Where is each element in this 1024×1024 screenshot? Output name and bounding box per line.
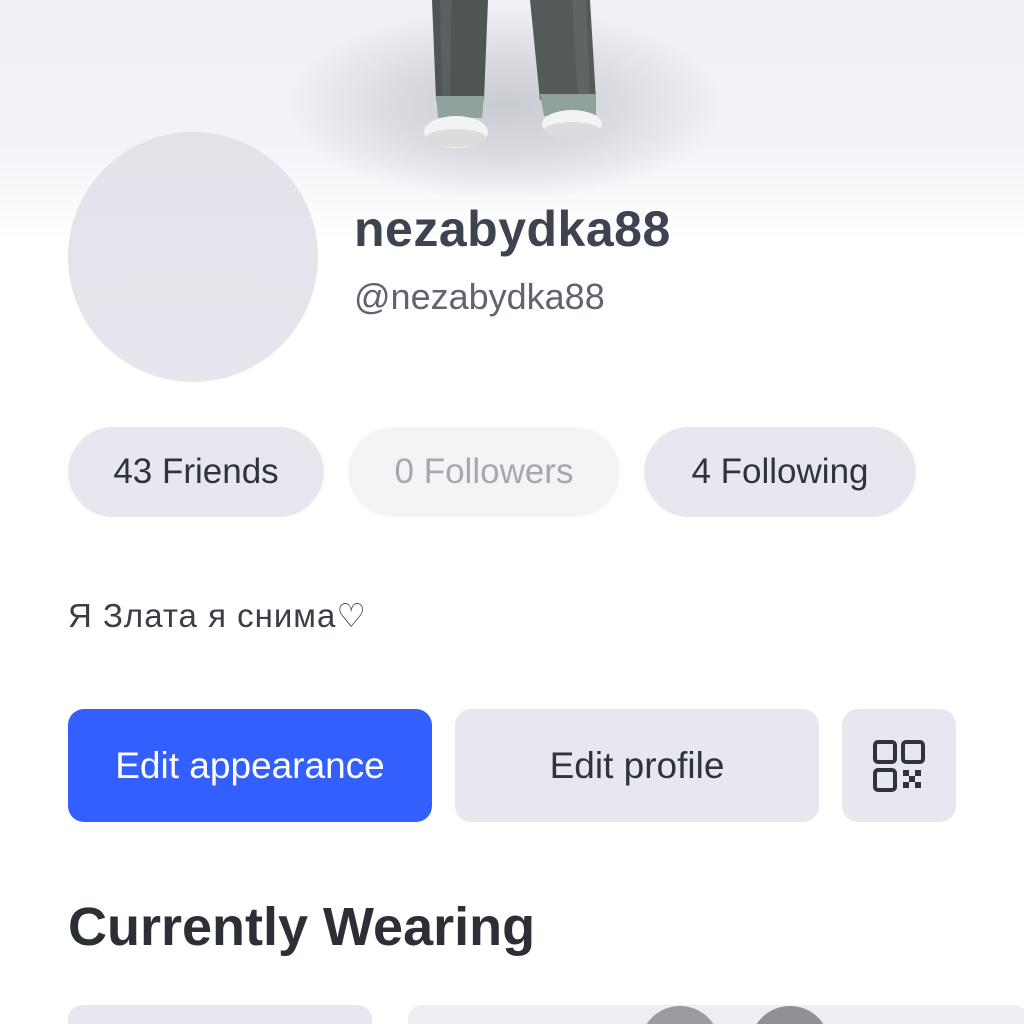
profile-page: nezabydka88 @nezabydka88 43 Friends 0 Fo… — [0, 0, 1024, 1024]
profile-bio: Я Злата я снима♡ — [68, 597, 367, 634]
currently-wearing-heading: Currently Wearing — [68, 897, 536, 957]
display-name: nezabydka88 — [354, 201, 671, 257]
wearing-item-card[interactable] — [408, 1005, 1024, 1024]
wearing-item-card[interactable] — [68, 1005, 372, 1024]
qr-code-button[interactable] — [842, 709, 956, 822]
username: @nezabydka88 — [354, 276, 605, 317]
edit-appearance-button[interactable]: Edit appearance — [68, 709, 432, 822]
qr-code-icon — [873, 739, 925, 792]
friends-count-button[interactable]: 43 Friends — [68, 427, 324, 517]
avatar-figure[interactable] — [0, 0, 1024, 160]
followers-count-button[interactable]: 0 Followers — [348, 427, 620, 517]
following-count-button[interactable]: 4 Following — [644, 427, 916, 517]
edit-profile-button[interactable]: Edit profile — [455, 709, 819, 822]
avatar-headshot[interactable] — [68, 132, 318, 382]
